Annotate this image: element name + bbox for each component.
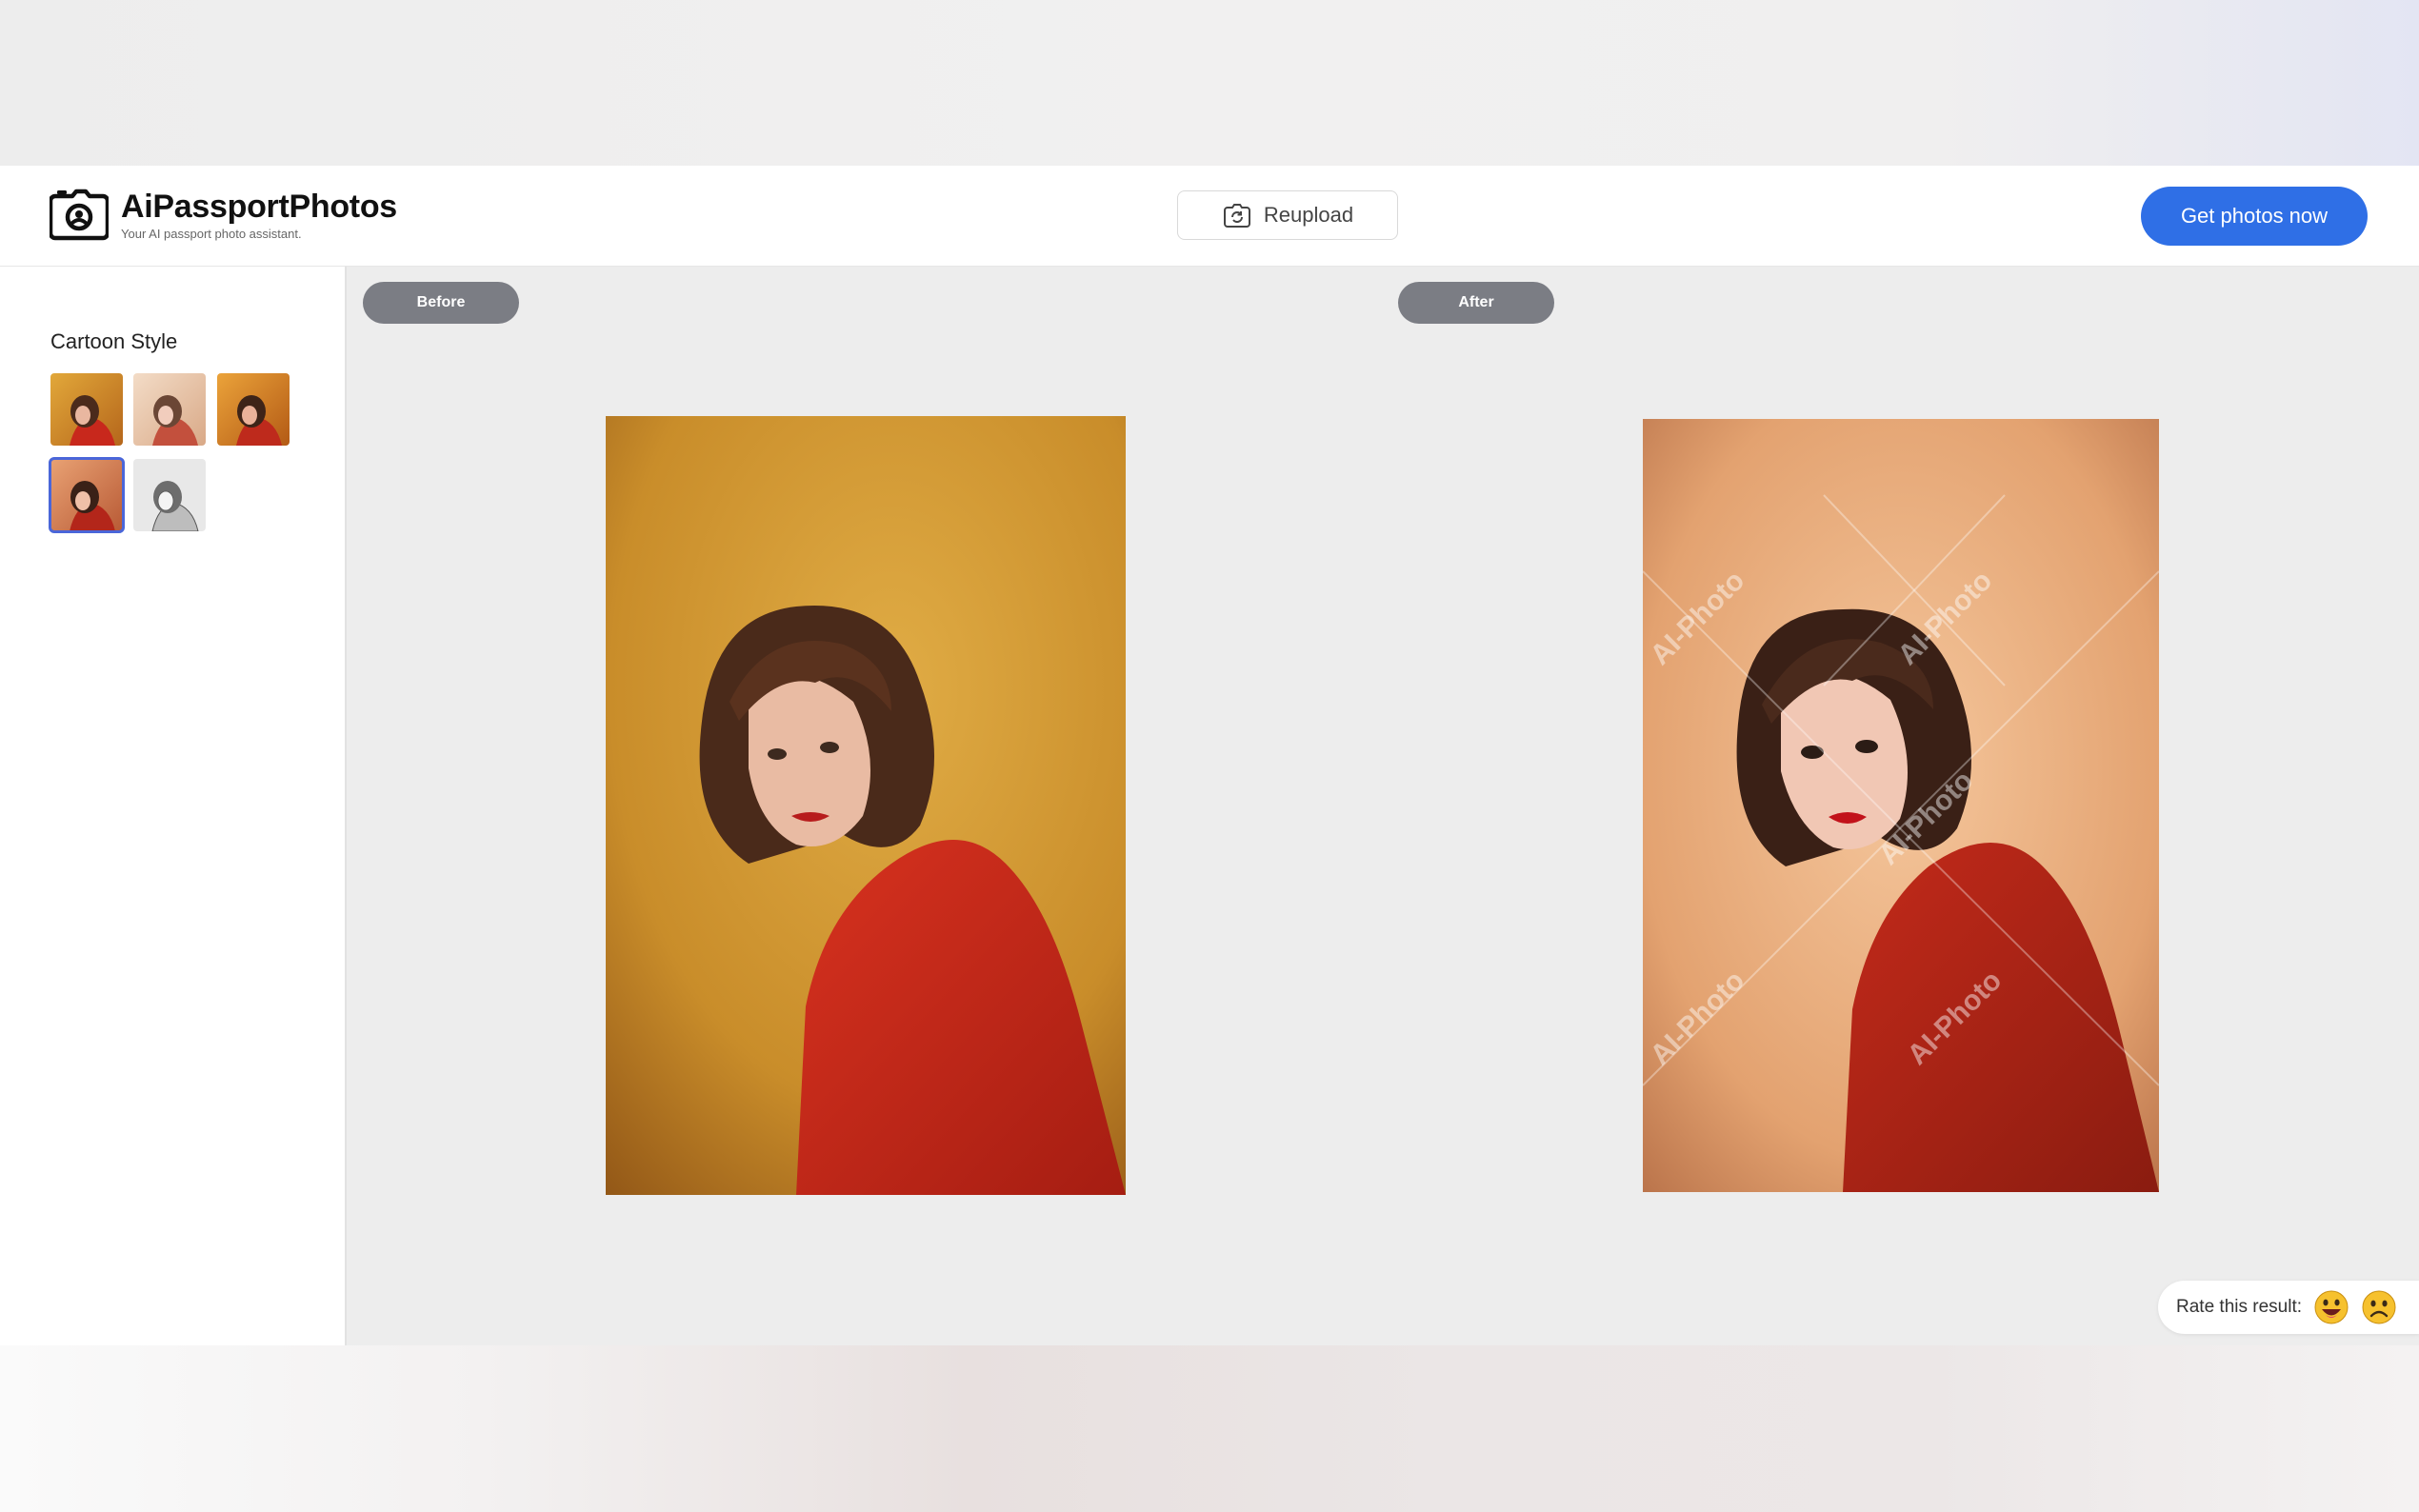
style-thumbnail[interactable] — [50, 373, 123, 446]
style-thumbnail-selected[interactable] — [49, 457, 125, 533]
background-bottom — [0, 1345, 2419, 1512]
camera-rotate-icon — [1222, 202, 1252, 229]
style-thumbnail[interactable] — [217, 373, 290, 446]
rate-result-widget: Rate this result: — [2158, 1281, 2419, 1334]
rate-label: Rate this result: — [2176, 1297, 2302, 1317]
before-photo — [606, 416, 1126, 1195]
camera-logo-icon — [48, 189, 110, 242]
sidebar-title: Cartoon Style — [50, 329, 178, 353]
style-thumbnail[interactable] — [133, 459, 206, 531]
sad-emoji-icon[interactable] — [2361, 1289, 2397, 1325]
reupload-label: Reupload — [1263, 203, 1354, 227]
after-label: After — [1398, 282, 1554, 324]
brand-tagline: Your AI passport photo assistant. — [121, 227, 302, 241]
after-photo: AI-Photo AI-Photo AI-Photo AI-Photo AI-P… — [1643, 419, 2159, 1192]
happy-emoji-icon[interactable] — [2313, 1289, 2349, 1325]
reupload-button[interactable]: Reupload — [1177, 190, 1398, 240]
header-bar: AiPassportPhotos Your AI passport photo … — [0, 166, 2419, 267]
style-thumbnail[interactable] — [133, 373, 206, 446]
background-top — [0, 0, 2419, 166]
brand-name: AiPassportPhotos — [121, 189, 397, 225]
style-sidebar: Cartoon Style — [0, 267, 347, 1345]
before-label: Before — [363, 282, 519, 324]
app-window: AiPassportPhotos Your AI passport photo … — [0, 166, 2419, 1345]
get-photos-button[interactable]: Get photos now — [2141, 187, 2368, 246]
